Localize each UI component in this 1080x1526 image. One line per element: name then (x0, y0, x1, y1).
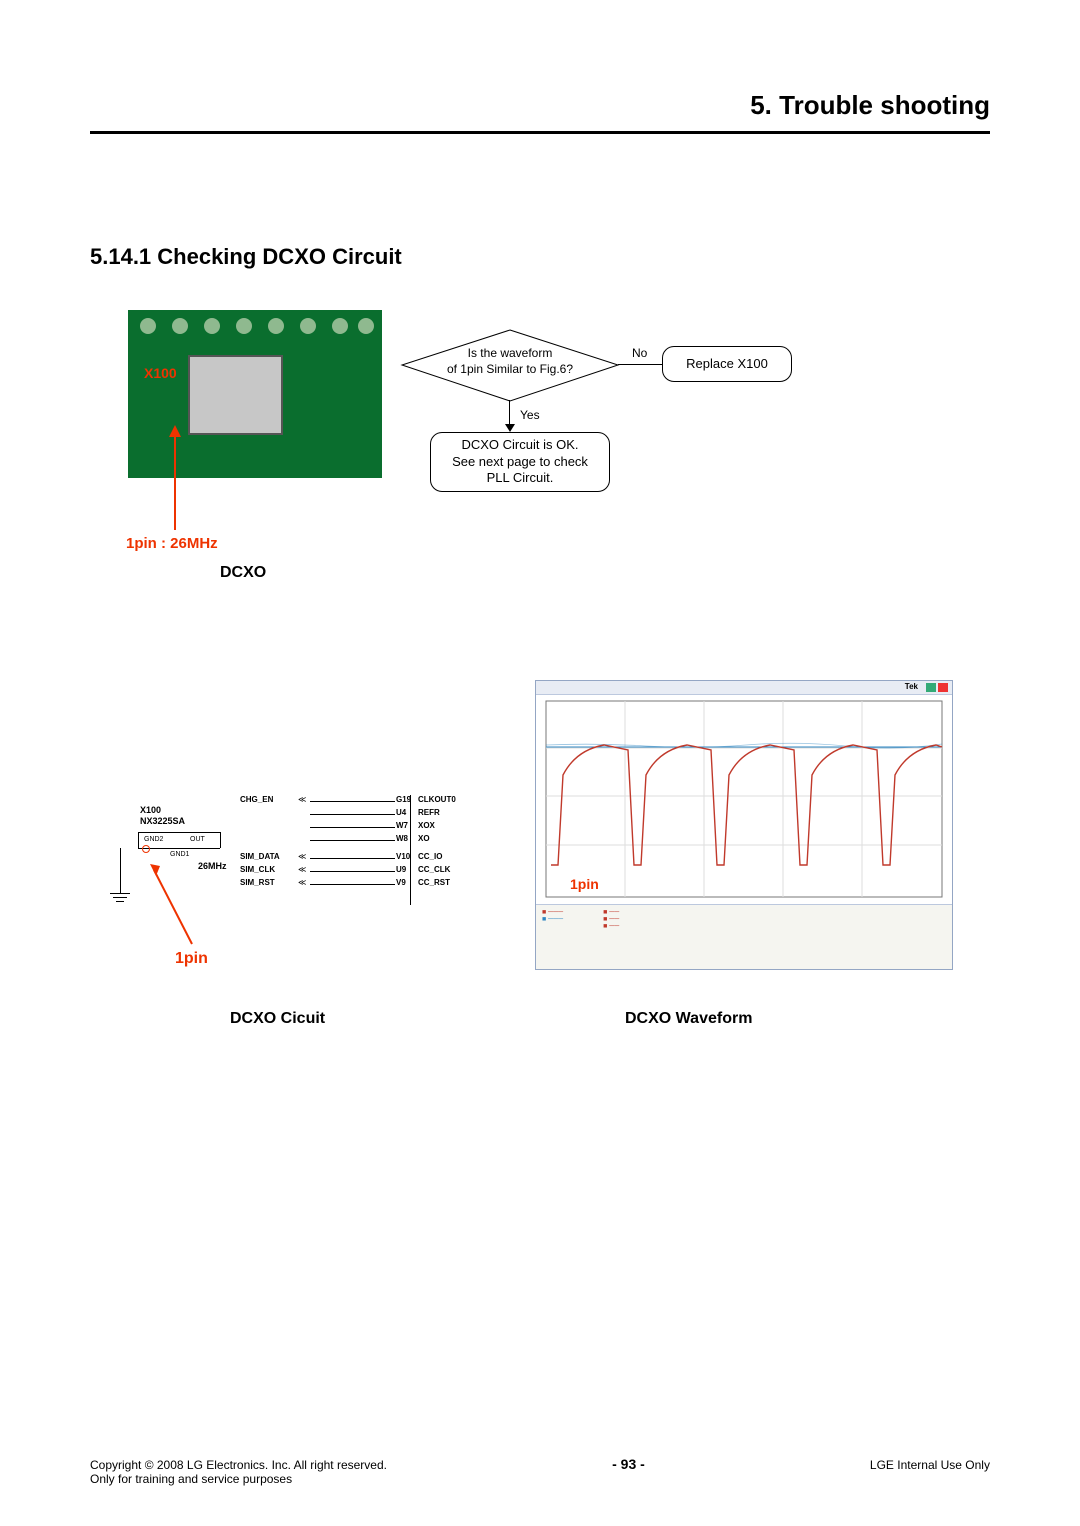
section-title: 5.14.1 Checking DCXO Circuit (90, 244, 990, 270)
flow-yes-label: Yes (520, 408, 540, 422)
footer-copyright: Copyright © 2008 LG Electronics. Inc. Al… (90, 1458, 387, 1472)
sch-pin-left2: OUT (190, 836, 205, 843)
flow-no-label: No (632, 346, 647, 360)
title-rule (90, 131, 990, 134)
connector (618, 364, 662, 365)
caption-schematic: DCXO Cicuit (230, 1010, 325, 1028)
action-replace: Replace X100 (662, 346, 792, 382)
result-line2: See next page to check (452, 454, 588, 471)
pin-label: 1pin : 26MHz (126, 535, 218, 552)
pin1-marker-icon (142, 845, 150, 853)
footer-note: Only for training and service purposes (90, 1472, 387, 1486)
figure-2: X100 NX3225SA GND2 OUT GND1 26MHz CHG_EN… (90, 680, 990, 1050)
pcb-component-x100 (188, 355, 283, 435)
schematic-1pin-label: 1pin (175, 950, 208, 968)
page-footer: Copyright © 2008 LG Electronics. Inc. Al… (90, 1458, 990, 1486)
schematic-signal-row: SIM_CLK≪U9CC_CLK (240, 866, 440, 878)
osc-measurements: ■ ─── ■ ─── ■ ── ■ ── ■ ── (536, 905, 952, 969)
footer-right: LGE Internal Use Only (870, 1458, 990, 1472)
caption-waveform: DCXO Waveform (625, 1010, 752, 1028)
osc-brand: Tek (905, 682, 918, 691)
result-ok: DCXO Circuit is OK. See next page to che… (430, 432, 610, 492)
schematic-signal-row: U4REFR (240, 809, 440, 821)
sch-pin-misc: GND1 (170, 851, 189, 858)
flowchart: Is the waveform of 1pin Similar to Fig.6… (400, 320, 960, 540)
decision-text-2: of 1pin Similar to Fig.6? (447, 362, 573, 376)
figure-1: X100 1pin : 26MHz DCXO Is the waveform o… (90, 310, 990, 590)
waveform-1pin-label: 1pin (570, 876, 599, 892)
block-title: DCXO (220, 564, 266, 582)
decision-text-1: Is the waveform (468, 346, 553, 360)
oscilloscope-screenshot: Tek (535, 680, 953, 970)
sch-freq: 26MHz (198, 862, 227, 871)
sch-part: NX3225SA (140, 817, 185, 826)
callout-arrow-icon (150, 860, 200, 950)
callout-arrow-icon (174, 435, 176, 530)
sch-ref: X100 (140, 806, 161, 815)
result-line3: PLL Circuit. (487, 470, 554, 487)
page-number: - 93 - (612, 1456, 645, 1472)
result-line1: DCXO Circuit is OK. (461, 437, 578, 454)
action-text: Replace X100 (686, 356, 768, 373)
schematic-signal-row: W8XO (240, 835, 440, 847)
osc-menubar: Tek (536, 681, 952, 695)
component-label: X100 (144, 365, 177, 381)
osc-window-controls (926, 683, 948, 692)
sch-pin-left1: GND2 (144, 836, 163, 843)
schematic-signal-row: CHG_EN≪G19CLKOUT0 (240, 796, 440, 808)
page-title: 5. Trouble shooting (90, 90, 990, 121)
schematic-signal-row: SIM_DATA≪V10CC_IO (240, 853, 440, 865)
schematic-signal-row: SIM_RST≪V9CC_RST (240, 879, 440, 891)
schematic-signal-row: W7XOX (240, 822, 440, 834)
pcb-photo (128, 310, 382, 478)
osc-plot-area (536, 695, 952, 905)
decision-node: Is the waveform of 1pin Similar to Fig.6… (400, 328, 620, 403)
arrow-down-icon (505, 424, 515, 432)
